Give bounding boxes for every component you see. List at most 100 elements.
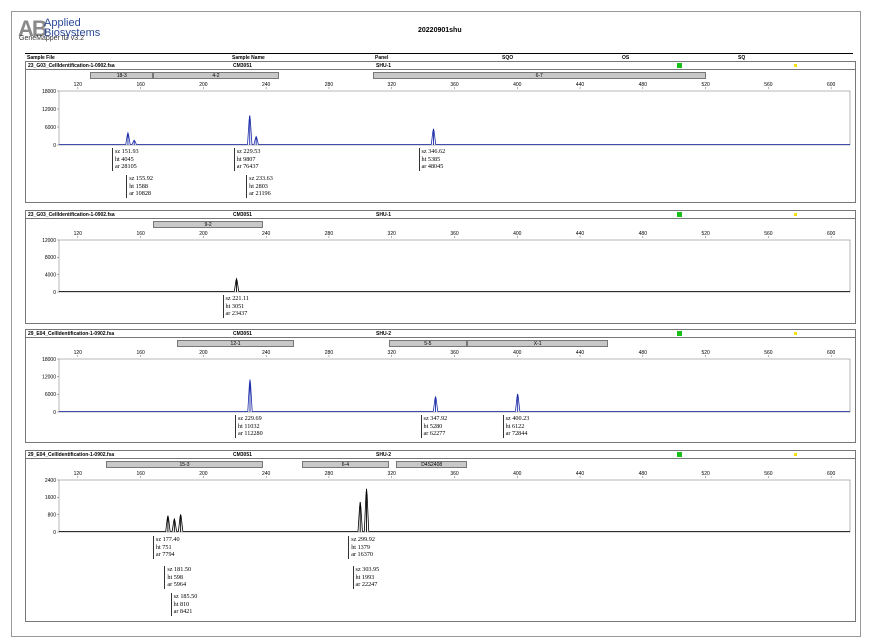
sqo-status-icon [677,331,682,336]
y-tick-label: 0 [53,143,56,149]
y-tick-label: 800 [48,512,57,518]
allele-bin: X-1 [467,340,609,347]
electropherogram-panel-4: 29_E04_CellIdentification-1-0902.fsa CM3… [25,450,856,622]
allele-bin: 6-7 [372,72,706,79]
sample-name: CM3051 [233,452,252,458]
y-tick-label: 18000 [42,89,56,95]
peak-label-line: sz 177.40 [155,536,180,543]
y-tick-label: 18000 [42,357,56,363]
peak-label-line: sz 400.23 [505,415,530,422]
sqo-status-icon [677,63,682,68]
peak-label-line: ht 1379 [351,543,370,551]
sq-status-icon [794,453,797,456]
peak-label: sz 303.95 ht 1993 ar 22247 [352,566,383,589]
allele-bin: 5-5 [388,340,468,347]
peak-label-line: sz 233.63 [249,175,273,182]
peak-label-line: ht 2803 [249,182,268,190]
sample-info-row: 29_E04_CellIdentification-1-0902.fsa CM3… [26,330,855,338]
peak-label-line: ar 5964 [167,581,187,589]
plot-area: 120 160 200 240 280 320 360 400 440 480 520 560 6000… [45,471,851,536]
peak-label: sz 181.50 ht 598 ar 5964 [164,566,195,589]
peak-label-line: sz 151.93 [114,148,139,155]
y-tick-label: 0 [53,410,56,416]
panel-name: SHU-1 [376,212,392,218]
peak-label-line: sz 303.95 [355,566,380,573]
plot-frame [58,90,851,146]
peak-label-line: ht 1993 [355,573,375,581]
peak-label-line: ar 21196 [249,190,271,198]
peak-label-line: ht 9807 [236,155,256,163]
allele-bin: 18-3 [90,72,154,79]
peak-label-line: ar 10828 [129,190,152,198]
allele-bin: 4-2 [153,72,279,79]
y-tick-label: 12000 [42,374,56,380]
peak-label-line: ht 5385 [421,155,441,163]
y-tick-label: 8000 [45,255,56,261]
sample-name: CM3051 [233,331,252,337]
y-tick-label: 12000 [42,107,56,113]
plot-area: 120 160 200 240 280 320 360 400 440 480 520 560 6000… [42,231,851,296]
peak-label-line: ar 48045 [421,163,444,171]
peak-label-line: ar 62277 [423,430,446,438]
sq-status-icon [794,332,797,335]
peak-label-line: ar 28105 [114,163,137,171]
peak-label: sz 400.23 ht 6122 ar 72844 [502,415,533,438]
sample-info-row: 23_G03_CellIdentification-1-0902.fsa CM3… [26,62,855,70]
y-tick-label: 6000 [45,392,56,398]
peak-label: sz 229.53 ht 9807 ar 76437 [233,148,264,171]
y-tick-label: 12000 [42,238,56,244]
peak-label-line: ar 76437 [236,163,259,171]
peak-label-line: ht 3051 [225,302,245,310]
y-tick-label: 1600 [45,495,56,501]
allele-bin: 12-1 [176,340,295,347]
panel-name: SHU-2 [376,331,392,337]
peak-label-line: ht 11032 [237,422,260,430]
peak-label-line: sz 299.92 [351,536,375,543]
peak-label-line: ar 23437 [225,310,248,318]
peak-label: sz 346.62 ht 5385 ar 48045 [418,148,449,171]
sample-file: 29_E04_CellIdentification-1-0902.fsa [28,331,115,337]
peak-label: sz 299.92 ht 1379 ar 16370 [348,536,378,559]
peak-label-line: sz 229.53 [236,148,261,155]
peak-label-line: ar 7794 [155,551,175,559]
signal-trace [59,115,850,145]
peak-label-line: ht 6122 [505,422,525,430]
sample-name: CM3051 [233,63,252,69]
y-tick-label: 2400 [45,478,56,484]
allele-bin: 15-3 [106,461,264,468]
sqo-status-icon [677,452,682,457]
app-version: GeneMapper ID v3.2 [19,35,84,42]
document-title: 20220901shu [418,27,462,34]
peak-label-line: ar 72844 [505,430,528,438]
sq-status-icon [794,64,797,67]
sample-file: 23_G03_CellIdentification-1-0902.fsa [28,63,115,69]
peak-label-line: sz 221.11 [225,295,250,302]
peak-label-line: ar 112280 [237,430,263,438]
peak-label-line: ar 16370 [351,551,374,559]
peak-label-line: ht 1588 [129,182,148,190]
sample-name: CM3051 [233,212,252,218]
peak-label-line: sz 229.69 [237,415,262,422]
electropherogram-panel-2: 23_G03_CellIdentification-1-0902.fsa CM3… [25,210,856,324]
sq-status-icon [794,213,797,216]
sample-info-row: 23_G03_CellIdentification-1-0902.fsa CM3… [26,211,855,219]
signal-trace [59,379,850,412]
peak-label-line: sz 185.50 [173,593,198,600]
sample-info-row: 29_E04_CellIdentification-1-0902.fsa CM3… [26,451,855,459]
allele-bin: 6-4 [302,461,389,468]
peak-label: sz 177.40 ht 751 ar 7794 [152,536,183,559]
peak-label-line: ht 5280 [423,422,443,430]
signal-trace [59,277,850,292]
plot-frame [58,358,851,413]
peak-label-line: ht 598 [167,573,183,581]
signal-trace [59,488,850,532]
peak-label: sz 155.92 ht 1588 ar 10828 [126,175,156,198]
peak-label: sz 347.92 ht 5280 ar 62277 [420,415,451,438]
peak-label: sz 151.93 ht 4045 ar 28105 [111,148,142,171]
peak-label-line: ht 4045 [114,155,134,163]
allele-bin: 9-2 [153,221,264,228]
peak-label-line: ht 810 [173,600,190,608]
peak-label-line: sz 155.92 [129,175,153,182]
allele-bin: D4S2408 [396,461,468,468]
panel-name: SHU-2 [376,452,392,458]
